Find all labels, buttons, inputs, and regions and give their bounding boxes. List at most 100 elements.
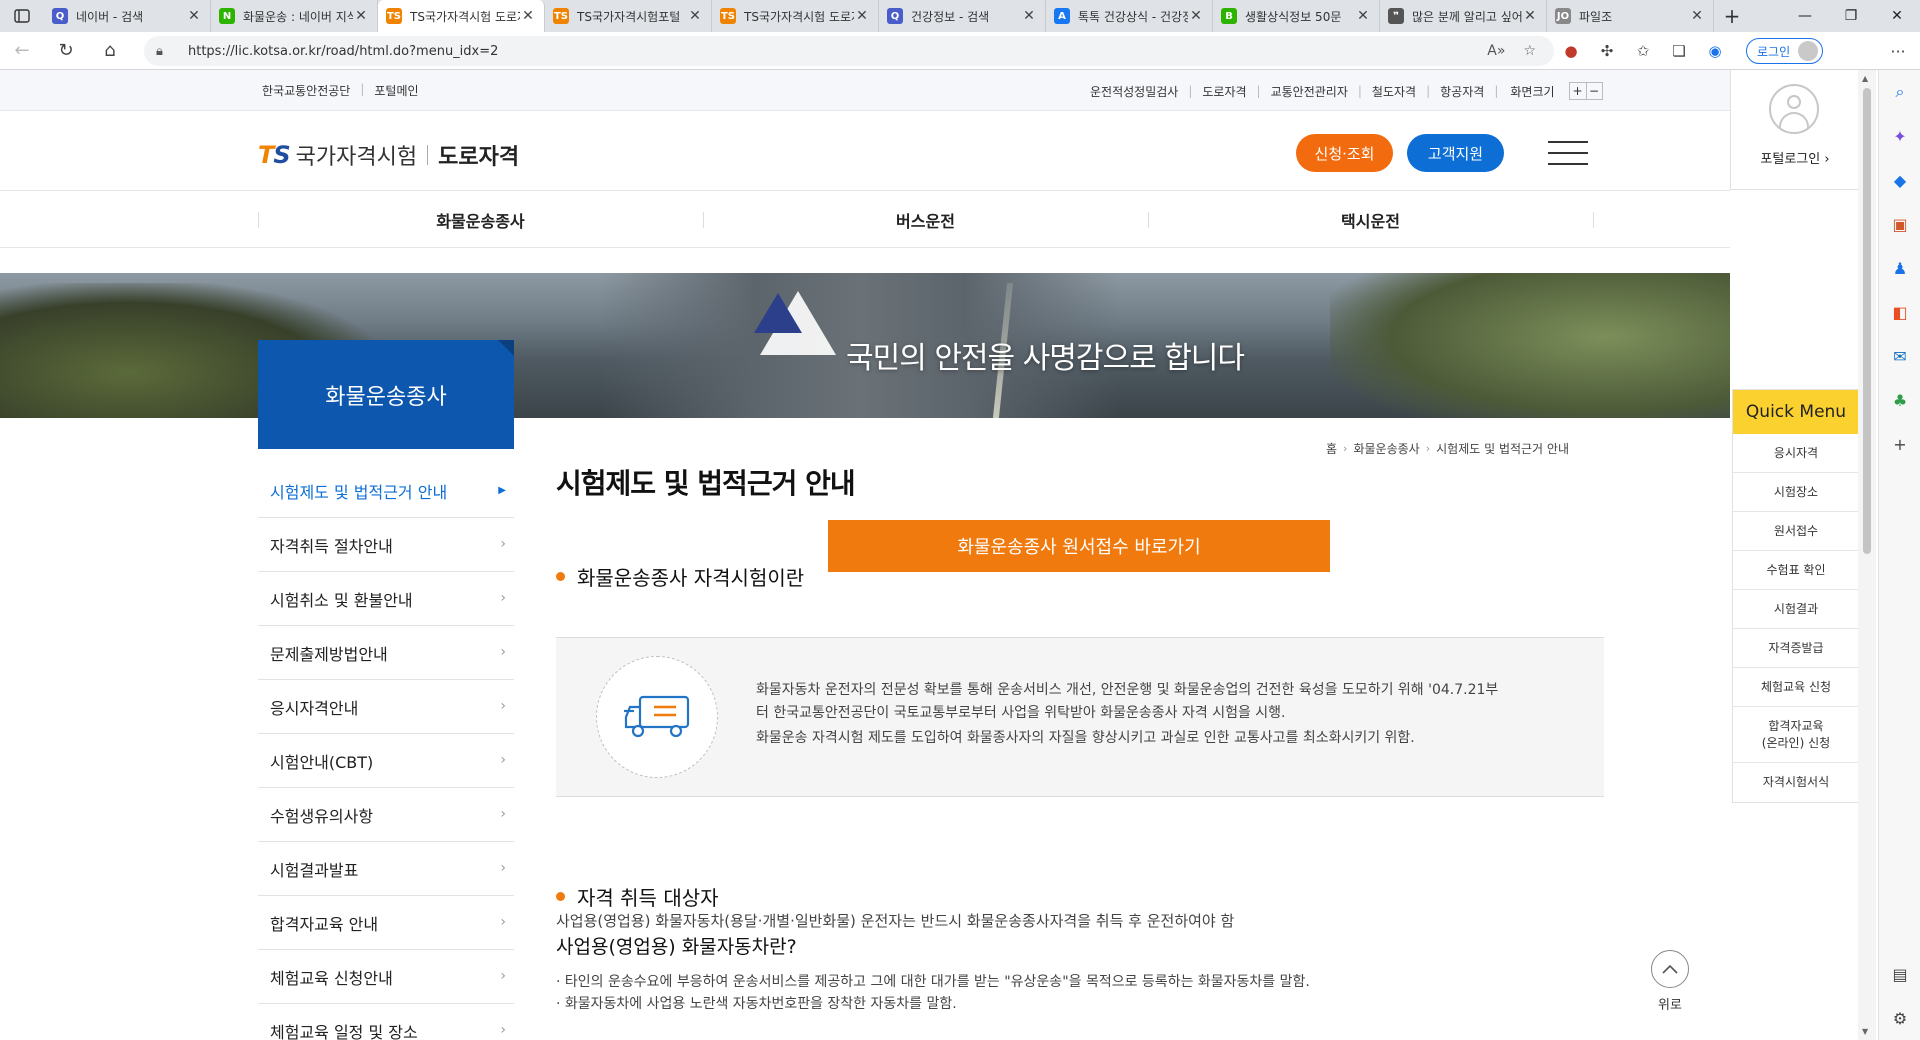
- quick-menu-item[interactable]: 시험결과: [1733, 590, 1858, 629]
- breadcrumb-item[interactable]: 홈: [1326, 440, 1337, 457]
- browser-tab[interactable]: N 화물운송 : 네이버 지식백과✕: [211, 0, 378, 32]
- quick-menu-item[interactable]: 응시자격: [1733, 434, 1858, 473]
- quick-menu-item[interactable]: 합격자교육 (온라인) 신청: [1733, 707, 1858, 763]
- tools-icon[interactable]: ▣: [1879, 202, 1920, 246]
- portal-login[interactable]: 포털로그인 ›: [1730, 70, 1858, 190]
- restore-icon[interactable]: ❐: [1828, 0, 1874, 32]
- search-icon[interactable]: ⌕: [1879, 70, 1920, 114]
- side-menu-item[interactable]: 시험제도 및 법적근거 안내 ▶: [258, 464, 514, 518]
- side-menu-item[interactable]: 합격자교육 안내 ›: [258, 896, 514, 950]
- page-scrollbar[interactable]: ▲ ▼: [1858, 70, 1876, 1040]
- tab-close-icon[interactable]: ✕: [1522, 8, 1538, 24]
- util-link[interactable]: 한국교통안전공단: [262, 82, 350, 99]
- quick-menu-item[interactable]: 자격시험서식: [1733, 763, 1858, 802]
- outlook-icon[interactable]: ✉: [1879, 334, 1920, 378]
- home-button[interactable]: ⌂: [88, 32, 132, 70]
- chevron-right-icon: ›: [500, 1022, 506, 1038]
- util-link[interactable]: 포털메인: [374, 82, 418, 99]
- shopping-icon[interactable]: ◆: [1879, 158, 1920, 202]
- browser-tab[interactable]: Q 건강정보 - 검색 ✕: [879, 0, 1046, 32]
- tab-favicon-icon: Q: [52, 8, 68, 24]
- puzzle-icon[interactable]: ✣: [1596, 42, 1618, 60]
- apply-inquiry-button[interactable]: 신청·조회: [1296, 134, 1393, 172]
- util-link[interactable]: 항공자격: [1440, 83, 1484, 100]
- side-menu-item[interactable]: 시험결과발표 ›: [258, 842, 514, 896]
- collections-icon[interactable]: ❏: [1668, 42, 1690, 60]
- nav-cargo[interactable]: 화물운송종사: [258, 192, 703, 248]
- profile-login-button[interactable]: 로그인: [1746, 38, 1824, 64]
- tree-icon[interactable]: ♣: [1879, 378, 1920, 422]
- browser-tab[interactable]: Q 네이버 - 검색 ✕: [44, 0, 211, 32]
- browser-tab[interactable]: TS TS국가자격시험 도로자격✕: [378, 0, 545, 32]
- site-logo[interactable]: TS 국가자격시험 도로자격: [258, 139, 519, 171]
- breadcrumb-item[interactable]: 화물운송종사: [1353, 440, 1419, 457]
- tab-favicon-icon: TS: [720, 8, 736, 24]
- tab-actions-icon[interactable]: [0, 0, 44, 32]
- side-menu-item[interactable]: 체험교육 신청안내 ›: [258, 950, 514, 1004]
- avatar: [1798, 41, 1819, 61]
- close-window-icon[interactable]: ✕: [1874, 0, 1920, 32]
- add-icon[interactable]: +: [1879, 422, 1920, 466]
- tab-close-icon[interactable]: ✕: [353, 8, 369, 24]
- zoom-in-button[interactable]: +: [1570, 83, 1586, 99]
- scrollbar-thumb[interactable]: [1863, 88, 1871, 554]
- quick-menu-item[interactable]: 원서접수: [1733, 512, 1858, 551]
- browser-tab[interactable]: JO 파일조 ✕: [1547, 0, 1714, 32]
- settings-icon[interactable]: ⚙: [1879, 996, 1920, 1040]
- quick-menu-item[interactable]: 자격증발급: [1733, 629, 1858, 668]
- tab-close-icon[interactable]: ✕: [1689, 8, 1705, 24]
- favorites-icon[interactable]: ✩: [1632, 42, 1654, 60]
- refresh-button[interactable]: ↻: [44, 32, 88, 70]
- util-link[interactable]: 교통안전관리자: [1271, 83, 1348, 100]
- util-link[interactable]: 도로자격: [1202, 83, 1246, 100]
- side-menu-label: 자격취득 절차안내: [270, 536, 393, 556]
- nav-taxi[interactable]: 택시운전: [1148, 192, 1593, 248]
- more-icon[interactable]: ···: [1880, 32, 1916, 70]
- minimize-icon[interactable]: —: [1782, 0, 1828, 32]
- quick-menu-item[interactable]: 체험교육 신청: [1733, 668, 1858, 707]
- read-aloud-icon[interactable]: A»: [1487, 43, 1505, 59]
- side-menu-item[interactable]: 문제출제방법안내 ›: [258, 626, 514, 680]
- browser-tab[interactable]: TS TS국가자격시험 도로자격✕: [712, 0, 879, 32]
- side-menu-label: 체험교육 신청안내: [270, 968, 393, 988]
- side-menu-item[interactable]: 응시자격안내 ›: [258, 680, 514, 734]
- tab-close-icon[interactable]: ✕: [520, 8, 536, 24]
- quick-menu-item[interactable]: 시험장소: [1733, 473, 1858, 512]
- side-menu-item[interactable]: 수험생유의사항 ›: [258, 788, 514, 842]
- sidebar-layout-icon[interactable]: ▤: [1879, 952, 1920, 996]
- tab-close-icon[interactable]: ✕: [1355, 8, 1371, 24]
- side-menu-item[interactable]: 시험취소 및 환불안내 ›: [258, 572, 514, 626]
- copilot-icon[interactable]: ✦: [1879, 114, 1920, 158]
- side-menu-item[interactable]: 자격취득 절차안내 ›: [258, 518, 514, 572]
- tab-close-icon[interactable]: ✕: [854, 8, 870, 24]
- apply-shortcut-button[interactable]: 화물운송종사 원서접수 바로가기: [828, 520, 1330, 572]
- browser-tab[interactable]: A 톡톡 건강상식 - 건강정보✕: [1046, 0, 1213, 32]
- url-bar[interactable]: 🔒︎ https://lic.kotsa.or.kr/road/html.do?…: [144, 36, 1554, 66]
- scroll-top-button[interactable]: [1651, 950, 1689, 988]
- zoom-out-button[interactable]: −: [1585, 83, 1602, 99]
- tab-close-icon[interactable]: ✕: [687, 8, 703, 24]
- tab-close-icon[interactable]: ✕: [1188, 8, 1204, 24]
- browser-tab[interactable]: TS TS국가자격시험포털 ✕: [545, 0, 712, 32]
- customer-support-button[interactable]: 고객지원: [1407, 134, 1504, 172]
- quick-menu-item[interactable]: 수험표 확인: [1733, 551, 1858, 590]
- chevron-right-icon: ›: [500, 914, 506, 930]
- new-tab-button[interactable]: +: [1714, 0, 1750, 32]
- side-menu-item[interactable]: 체험교육 일정 및 장소 ›: [258, 1004, 514, 1040]
- favorite-add-icon[interactable]: ☆: [1523, 43, 1536, 59]
- nav-bus[interactable]: 버스운전: [703, 192, 1148, 248]
- games-icon[interactable]: ♟: [1879, 246, 1920, 290]
- tab-close-icon[interactable]: ✕: [1021, 8, 1037, 24]
- office-icon[interactable]: ◧: [1879, 290, 1920, 334]
- back-button[interactable]: ←: [0, 32, 44, 70]
- util-link[interactable]: 운전적성정밀검사: [1090, 83, 1178, 100]
- hamburger-menu-icon[interactable]: [1548, 141, 1588, 165]
- extension-icon[interactable]: ●: [1560, 42, 1582, 60]
- browser-tab[interactable]: ❞ 많은 분께 알리고 싶어요 ✕: [1380, 0, 1547, 32]
- tab-close-icon[interactable]: ✕: [186, 8, 202, 24]
- tab-title: 많은 분께 알리고 싶어요: [1412, 9, 1522, 24]
- browser-tab[interactable]: B 생활상식정보 50문 ✕: [1213, 0, 1380, 32]
- side-menu-item[interactable]: 시험안내(CBT) ›: [258, 734, 514, 788]
- util-link[interactable]: 철도자격: [1372, 83, 1416, 100]
- performance-icon[interactable]: ◉: [1704, 42, 1726, 60]
